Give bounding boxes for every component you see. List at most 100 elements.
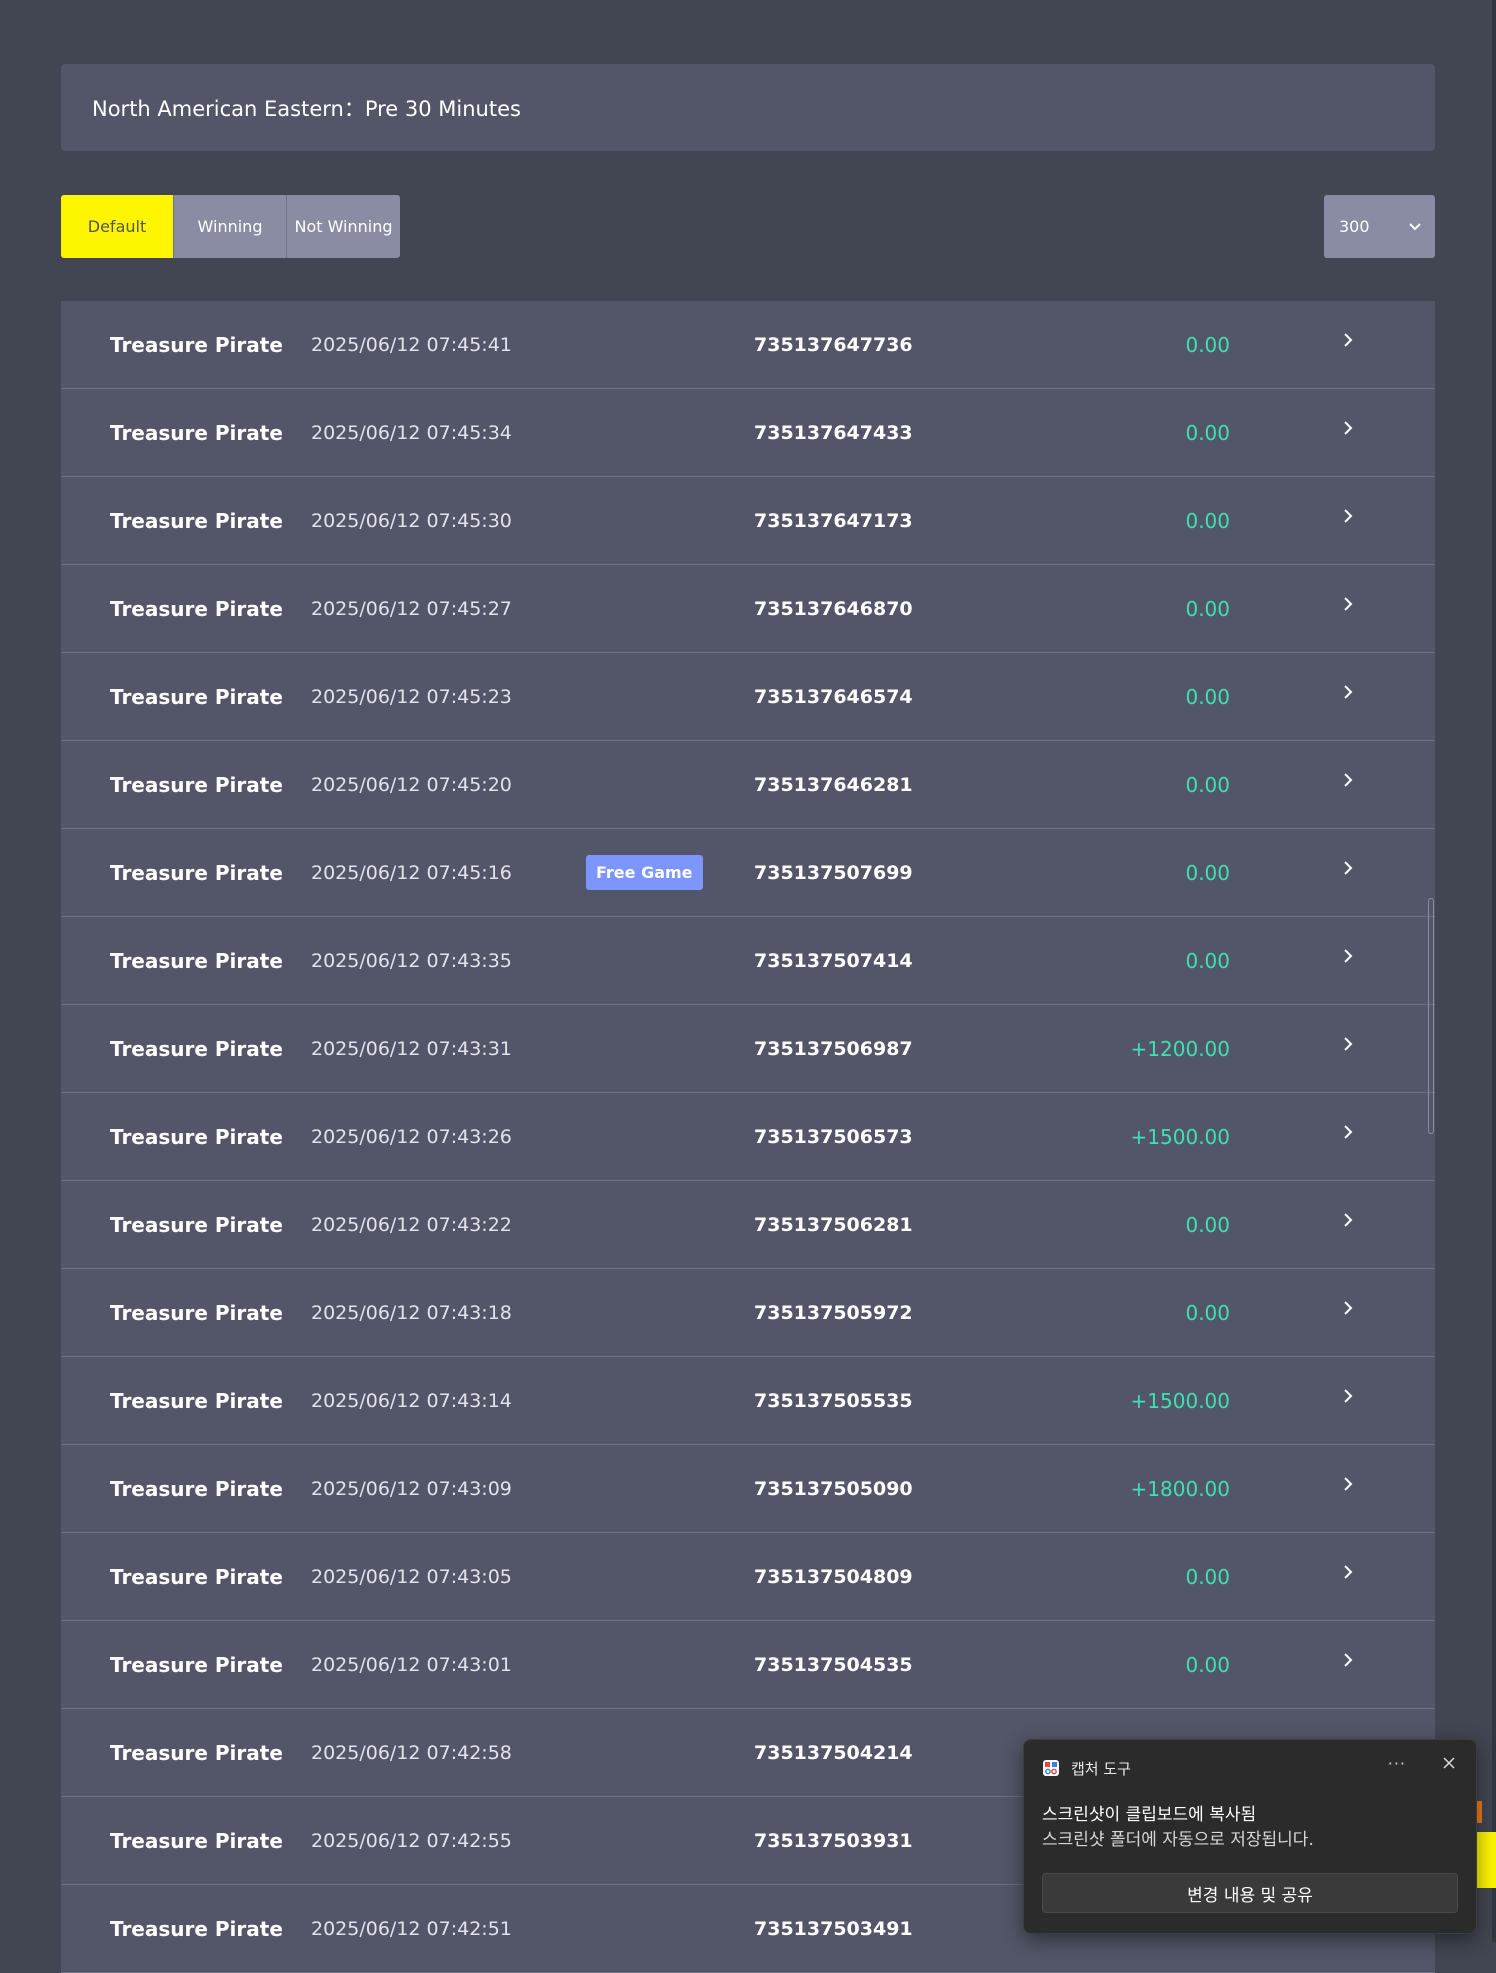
chevron-right-icon[interactable] bbox=[1338, 1445, 1358, 1532]
table-row[interactable]: Treasure Pirate 2025/06/12 07:45:20 735137… bbox=[61, 741, 1435, 829]
game-name: Treasure Pirate bbox=[110, 508, 283, 533]
chevron-right-icon[interactable] bbox=[1338, 477, 1358, 564]
round-id: 735137646574 bbox=[754, 685, 913, 708]
more-options-icon[interactable]: ··· bbox=[1388, 1754, 1406, 1773]
table-row[interactable]: Treasure Pirate 2025/06/12 07:43:18 735137… bbox=[61, 1269, 1435, 1357]
game-name: Treasure Pirate bbox=[110, 1212, 283, 1237]
bet-time: 2025/06/12 07:43:05 bbox=[311, 1565, 512, 1588]
round-id: 735137506573 bbox=[754, 1125, 913, 1148]
win-amount: 0.00 bbox=[1185, 1300, 1230, 1325]
bet-time: 2025/06/12 07:45:23 bbox=[311, 685, 512, 708]
table-row[interactable]: Treasure Pirate 2025/06/12 07:43:14 735137… bbox=[61, 1357, 1435, 1445]
table-row[interactable]: Treasure Pirate 2025/06/12 07:43:26 735137… bbox=[61, 1093, 1435, 1181]
table-row[interactable]: Treasure Pirate 2025/06/12 07:45:34 735137… bbox=[61, 389, 1435, 477]
chevron-right-icon[interactable] bbox=[1338, 653, 1358, 740]
table-row[interactable]: Treasure Pirate 2025/06/12 07:45:16 Free G… bbox=[61, 829, 1435, 917]
bet-time: 2025/06/12 07:43:09 bbox=[311, 1477, 512, 1500]
filter-not-winning-button[interactable]: Not Winning bbox=[287, 195, 400, 258]
round-id: 735137506987 bbox=[754, 1037, 913, 1060]
win-amount: +1500.00 bbox=[1130, 1388, 1230, 1413]
bet-record-list: Treasure Pirate 2025/06/12 07:45:41 735137… bbox=[61, 301, 1435, 1973]
game-name: Treasure Pirate bbox=[110, 860, 283, 885]
timezone-label: North American Eastern：Pre 30 Minutes bbox=[92, 96, 521, 121]
snipping-tool-icon bbox=[1043, 1760, 1059, 1776]
game-name: Treasure Pirate bbox=[110, 1036, 283, 1061]
win-amount: 0.00 bbox=[1185, 420, 1230, 445]
filter-winning-button[interactable]: Winning bbox=[174, 195, 287, 258]
win-amount: 0.00 bbox=[1185, 860, 1230, 885]
scrollbar-thumb[interactable] bbox=[1428, 898, 1434, 1134]
bet-time: 2025/06/12 07:42:51 bbox=[311, 1917, 512, 1940]
table-row[interactable]: Treasure Pirate 2025/06/12 07:45:41 735137… bbox=[61, 301, 1435, 389]
chevron-right-icon[interactable] bbox=[1338, 1181, 1358, 1268]
game-name: Treasure Pirate bbox=[110, 420, 283, 445]
toast-header: 캡처 도구 bbox=[1042, 1756, 1131, 1780]
game-name: Treasure Pirate bbox=[110, 596, 283, 621]
bet-time: 2025/06/12 07:45:27 bbox=[311, 597, 512, 620]
round-id: 735137647433 bbox=[754, 421, 913, 444]
chevron-right-icon[interactable] bbox=[1338, 1533, 1358, 1620]
table-row[interactable]: Treasure Pirate 2025/06/12 07:45:30 735137… bbox=[61, 477, 1435, 565]
game-name: Treasure Pirate bbox=[110, 1476, 283, 1501]
round-id: 735137647173 bbox=[754, 509, 913, 532]
chevron-right-icon[interactable] bbox=[1338, 917, 1358, 1004]
table-row[interactable]: Treasure Pirate 2025/06/12 07:43:35 735137… bbox=[61, 917, 1435, 1005]
chevron-right-icon[interactable] bbox=[1338, 1357, 1358, 1444]
round-id: 735137504214 bbox=[754, 1741, 913, 1764]
badge-cell: Free Game bbox=[586, 829, 703, 916]
table-row[interactable]: Treasure Pirate 2025/06/12 07:43:05 735137… bbox=[61, 1533, 1435, 1621]
filter-default-button[interactable]: Default bbox=[61, 195, 174, 258]
chevron-right-icon[interactable] bbox=[1338, 565, 1358, 652]
bet-time: 2025/06/12 07:43:14 bbox=[311, 1389, 512, 1412]
chevron-right-icon[interactable] bbox=[1338, 1005, 1358, 1092]
round-id: 735137647736 bbox=[754, 333, 913, 356]
win-amount: +1500.00 bbox=[1130, 1124, 1230, 1149]
bet-time: 2025/06/12 07:45:30 bbox=[311, 509, 512, 532]
bet-time: 2025/06/12 07:43:22 bbox=[311, 1213, 512, 1236]
round-id: 735137507699 bbox=[754, 861, 913, 884]
snipping-tool-notification: 캡처 도구 ··· 스크린샷이 클립보드에 복사됨 스크린샷 폴더에 자동으로 … bbox=[1023, 1739, 1477, 1934]
round-id: 735137504535 bbox=[754, 1653, 913, 1676]
win-amount: +1200.00 bbox=[1130, 1036, 1230, 1061]
chevron-right-icon[interactable] bbox=[1338, 389, 1358, 476]
chevron-right-icon[interactable] bbox=[1338, 829, 1358, 916]
game-name: Treasure Pirate bbox=[110, 1652, 283, 1677]
back-to-top-button[interactable] bbox=[1474, 1832, 1496, 1888]
game-name: Treasure Pirate bbox=[110, 1124, 283, 1149]
chevron-right-icon[interactable] bbox=[1338, 741, 1358, 828]
page-size-value: 300 bbox=[1339, 217, 1370, 236]
toast-body: 스크린샷 폴더에 자동으로 저장됩니다. bbox=[1042, 1830, 1314, 1850]
chevron-right-icon[interactable] bbox=[1338, 1269, 1358, 1356]
round-id: 735137503491 bbox=[754, 1917, 913, 1940]
round-id: 735137505972 bbox=[754, 1301, 913, 1324]
game-name: Treasure Pirate bbox=[110, 1388, 283, 1413]
table-row[interactable]: Treasure Pirate 2025/06/12 07:45:23 735137… bbox=[61, 653, 1435, 741]
chevron-down-icon bbox=[1409, 222, 1421, 230]
timezone-banner: North American Eastern：Pre 30 Minutes bbox=[61, 64, 1435, 151]
round-id: 735137504809 bbox=[754, 1565, 913, 1588]
game-name: Treasure Pirate bbox=[110, 1740, 283, 1765]
close-icon[interactable] bbox=[1442, 1756, 1456, 1770]
page-size-select[interactable]: 300 bbox=[1324, 195, 1435, 258]
game-name: Treasure Pirate bbox=[110, 332, 283, 357]
bet-time: 2025/06/12 07:42:58 bbox=[311, 1741, 512, 1764]
table-row[interactable]: Treasure Pirate 2025/06/12 07:43:22 735137… bbox=[61, 1181, 1435, 1269]
toast-app-name: 캡처 도구 bbox=[1071, 1759, 1131, 1778]
chevron-right-icon[interactable] bbox=[1338, 301, 1358, 388]
chevron-right-icon[interactable] bbox=[1338, 1093, 1358, 1180]
table-row[interactable]: Treasure Pirate 2025/06/12 07:43:01 735137… bbox=[61, 1621, 1435, 1709]
game-name: Treasure Pirate bbox=[110, 1916, 283, 1941]
bet-time: 2025/06/12 07:42:55 bbox=[311, 1829, 512, 1852]
bet-time: 2025/06/12 07:43:18 bbox=[311, 1301, 512, 1324]
bet-time: 2025/06/12 07:45:20 bbox=[311, 773, 512, 796]
table-row[interactable]: Treasure Pirate 2025/06/12 07:45:27 735137… bbox=[61, 565, 1435, 653]
chevron-right-icon[interactable] bbox=[1338, 1621, 1358, 1708]
edit-and-share-button[interactable]: 변경 내용 및 공유 bbox=[1042, 1873, 1458, 1913]
bet-time: 2025/06/12 07:43:35 bbox=[311, 949, 512, 972]
round-id: 735137505535 bbox=[754, 1389, 913, 1412]
toast-title: 스크린샷이 클립보드에 복사됨 bbox=[1042, 1805, 1257, 1825]
free-game-badge: Free Game bbox=[586, 855, 703, 890]
table-row[interactable]: Treasure Pirate 2025/06/12 07:43:09 735137… bbox=[61, 1445, 1435, 1533]
window-edge bbox=[1492, 0, 1496, 1942]
table-row[interactable]: Treasure Pirate 2025/06/12 07:43:31 735137… bbox=[61, 1005, 1435, 1093]
